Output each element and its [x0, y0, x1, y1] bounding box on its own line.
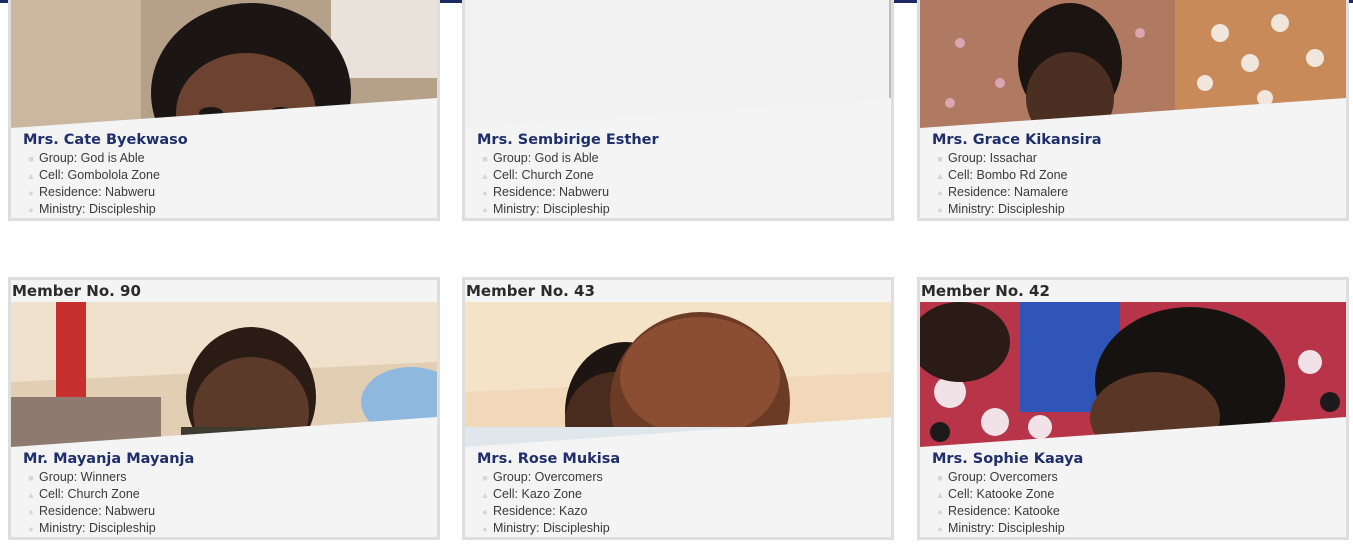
- book-icon: ■: [937, 473, 943, 483]
- book-icon: ■: [28, 154, 34, 164]
- member-photo[interactable]: [11, 0, 437, 128]
- member-name[interactable]: Mrs. Rose Mukisa: [477, 451, 891, 467]
- member-number: Member No. 42: [921, 282, 1050, 300]
- map-marker-icon: ●: [937, 524, 943, 534]
- member-name[interactable]: Mr. Mayanja Mayanja: [23, 451, 437, 467]
- member-name[interactable]: Mrs. Sophie Kaaya: [932, 451, 1346, 467]
- cell-text: Cell: Bombo Rd Zone: [948, 168, 1068, 182]
- residence-text: Residence: Nabweru: [39, 185, 156, 199]
- cell-line: ▲ Cell: Kazo Zone: [477, 486, 891, 503]
- group-line: ■ Group: Issachar: [932, 150, 1346, 167]
- map-marker-icon: ●: [937, 205, 943, 215]
- member-card[interactable]: Mrs. Cate Byekwaso ■ Group: God is Able ▲…: [8, 0, 440, 221]
- member-number: Member No. 43: [466, 282, 595, 300]
- ministry-text: Ministry: Discipleship: [493, 202, 610, 216]
- residence-text: Residence: Nabweru: [493, 185, 610, 199]
- member-card[interactable]: Member No. 90 Mr. Mayanja Mayanja ■ Group…: [8, 277, 440, 540]
- book-icon: ■: [482, 154, 488, 164]
- pin-icon: ▲: [480, 490, 490, 500]
- cell-line: ▲ Cell: Church Zone: [477, 167, 891, 184]
- member-number: Member No. 90: [12, 282, 141, 300]
- ministry-text: Ministry: Discipleship: [493, 521, 610, 535]
- pin-icon: ▲: [935, 171, 945, 181]
- group-line: ■ Group: Overcomers: [932, 469, 1346, 486]
- pin-icon: ▲: [26, 171, 36, 181]
- residence-line: ● Residence: Katooke: [932, 503, 1346, 520]
- residence-line: ● Residence: Nabweru: [23, 184, 437, 201]
- group-text: Group: Winners: [39, 470, 127, 484]
- group-line: ■ Group: Overcomers: [477, 469, 891, 486]
- book-icon: ■: [28, 473, 34, 483]
- pin-icon: ▲: [935, 490, 945, 500]
- residence-line: ● Residence: Kazo: [477, 503, 891, 520]
- ministry-text: Ministry: Discipleship: [948, 521, 1065, 535]
- group-text: Group: Overcomers: [493, 470, 603, 484]
- group-line: ■ Group: God is Able: [477, 150, 891, 167]
- residence-text: Residence: Nabweru: [39, 504, 156, 518]
- group-text: Group: God is Able: [493, 151, 599, 165]
- residence-line: ● Residence: Nabweru: [23, 503, 437, 520]
- ministry-line: ● Ministry: Discipleship: [23, 520, 437, 537]
- group-text: Group: Overcomers: [948, 470, 1058, 484]
- member-photo[interactable]: [11, 302, 437, 447]
- ministry-line: ● Ministry: Discipleship: [932, 520, 1346, 537]
- pin-icon: ▲: [26, 490, 36, 500]
- cell-text: Cell: Katooke Zone: [948, 487, 1055, 501]
- cell-line: ▲ Cell: Katooke Zone: [932, 486, 1346, 503]
- member-photo[interactable]: [920, 302, 1346, 447]
- group-text: Group: Issachar: [948, 151, 1037, 165]
- group-line: ■ Group: God is Able: [23, 150, 437, 167]
- ministry-text: Ministry: Discipleship: [39, 202, 156, 216]
- member-card[interactable]: Mrs. Grace Kikansira ■ Group: Issachar ▲ C…: [917, 0, 1349, 221]
- residence-text: Residence: Katooke: [948, 504, 1060, 518]
- ministry-line: ● Ministry: Discipleship: [23, 201, 437, 218]
- cell-line: ▲ Cell: Gombolola Zone: [23, 167, 437, 184]
- book-icon: ■: [482, 473, 488, 483]
- member-photo[interactable]: [465, 0, 891, 128]
- map-marker-icon: ●: [937, 188, 943, 198]
- group-line: ■ Group: Winners: [23, 469, 437, 486]
- member-name[interactable]: Mrs. Grace Kikansira: [932, 132, 1346, 148]
- map-marker-icon: ●: [28, 524, 34, 534]
- ministry-line: ● Ministry: Discipleship: [477, 201, 891, 218]
- pin-icon: ▲: [480, 171, 490, 181]
- cell-text: Cell: Church Zone: [493, 168, 594, 182]
- residence-text: Residence: Namalere: [948, 185, 1069, 199]
- map-marker-icon: ●: [28, 507, 34, 517]
- map-marker-icon: ●: [28, 188, 34, 198]
- ministry-text: Ministry: Discipleship: [948, 202, 1065, 216]
- residence-line: ● Residence: Nabweru: [477, 184, 891, 201]
- map-marker-icon: ●: [482, 205, 488, 215]
- ministry-line: ● Ministry: Discipleship: [932, 201, 1346, 218]
- residence-line: ● Residence: Namalere: [932, 184, 1346, 201]
- member-photo[interactable]: [465, 302, 891, 447]
- cell-line: ▲ Cell: Bombo Rd Zone: [932, 167, 1346, 184]
- group-text: Group: God is Able: [39, 151, 145, 165]
- residence-text: Residence: Kazo: [493, 504, 588, 518]
- map-marker-icon: ●: [482, 507, 488, 517]
- cell-text: Cell: Kazo Zone: [493, 487, 582, 501]
- cell-line: ▲ Cell: Church Zone: [23, 486, 437, 503]
- member-card[interactable]: Member No. 42 Mrs. Sophie Kaaya ■ Group: …: [917, 277, 1349, 540]
- member-card[interactable]: Mrs. Sembirige Esther ■ Group: God is Abl…: [462, 0, 894, 221]
- member-name[interactable]: Mrs. Cate Byekwaso: [23, 132, 437, 148]
- cell-text: Cell: Church Zone: [39, 487, 140, 501]
- member-photo[interactable]: [920, 0, 1346, 128]
- ministry-line: ● Ministry: Discipleship: [477, 520, 891, 537]
- ministry-text: Ministry: Discipleship: [39, 521, 156, 535]
- member-card[interactable]: Member No. 43 Mrs. Rose Mukisa ■ Group: O…: [462, 277, 894, 540]
- map-marker-icon: ●: [28, 205, 34, 215]
- map-marker-icon: ●: [482, 188, 488, 198]
- book-icon: ■: [937, 154, 943, 164]
- map-marker-icon: ●: [937, 507, 943, 517]
- map-marker-icon: ●: [482, 524, 488, 534]
- cell-text: Cell: Gombolola Zone: [39, 168, 160, 182]
- member-name[interactable]: Mrs. Sembirige Esther: [477, 132, 891, 148]
